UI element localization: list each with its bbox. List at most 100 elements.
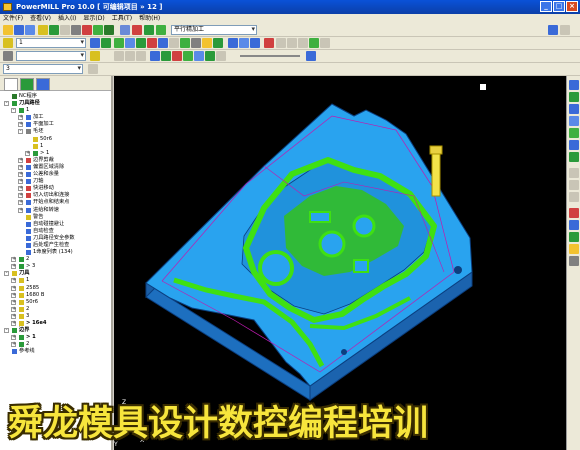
- tree-expander[interactable]: +: [11, 313, 16, 319]
- model-icon[interactable]: [202, 38, 212, 48]
- tree-item[interactable]: + > 1: [0, 150, 111, 157]
- sim-light-icon[interactable]: [306, 51, 316, 61]
- menu-file[interactable]: 文件(F): [3, 14, 23, 24]
- tree-expander[interactable]: +: [11, 292, 16, 298]
- tree-item[interactable]: - 刀具路径: [0, 100, 111, 107]
- tool-icon[interactable]: [38, 25, 48, 35]
- tree-item[interactable]: +1680 B: [0, 292, 111, 299]
- block-icon[interactable]: [60, 25, 70, 35]
- tree-expander[interactable]: +: [18, 200, 23, 206]
- tool-edit-icon[interactable]: [90, 38, 100, 48]
- strategy-combo[interactable]: 平行精加工: [171, 25, 257, 35]
- sim-compare-icon[interactable]: [205, 51, 215, 61]
- sim-cut-icon[interactable]: [183, 51, 193, 61]
- zoom-fit-icon[interactable]: [569, 192, 579, 202]
- tree-item[interactable]: 警告: [0, 214, 111, 221]
- wireframe-icon[interactable]: [125, 38, 135, 48]
- tree-expander[interactable]: +: [11, 335, 16, 341]
- tree-item[interactable]: 50r6: [0, 136, 111, 143]
- shading-icon[interactable]: [136, 38, 146, 48]
- simulate-icon[interactable]: [156, 25, 166, 35]
- tree-item[interactable]: +2: [0, 256, 111, 263]
- tree-expander[interactable]: +: [11, 264, 16, 270]
- options-icon[interactable]: [560, 25, 570, 35]
- tree-item[interactable]: 参考线: [0, 348, 111, 355]
- tree-expander[interactable]: +: [18, 193, 23, 199]
- tree-expander[interactable]: +: [25, 150, 30, 156]
- sim-stock-icon[interactable]: [172, 51, 182, 61]
- tree-item[interactable]: +1: [0, 277, 111, 284]
- layer-icon[interactable]: [88, 64, 98, 74]
- view-y-icon[interactable]: [569, 140, 579, 150]
- open-folder-icon[interactable]: [3, 25, 13, 35]
- simulation-combo[interactable]: [16, 51, 86, 61]
- tool-combo[interactable]: 1: [16, 38, 86, 48]
- tree-item[interactable]: + 公差和余量: [0, 171, 111, 178]
- sim-end-icon[interactable]: [136, 51, 146, 61]
- model-view[interactable]: Z X Y: [114, 76, 566, 450]
- maximize-button[interactable]: □: [553, 1, 565, 12]
- minimize-button[interactable]: _: [540, 1, 552, 12]
- stop-icon[interactable]: [264, 38, 274, 48]
- sim-play-icon[interactable]: [125, 51, 135, 61]
- draft-shade-icon[interactable]: [569, 244, 579, 254]
- menu-insert[interactable]: 插入(I): [58, 14, 76, 24]
- plain-shade-icon[interactable]: [569, 232, 579, 242]
- pan-icon[interactable]: [320, 38, 330, 48]
- zoom-out-icon[interactable]: [569, 180, 579, 190]
- tab-explorer[interactable]: [4, 78, 18, 91]
- tree-expander[interactable]: +: [11, 342, 16, 348]
- shaded-view-icon[interactable]: [114, 38, 124, 48]
- tree-item[interactable]: - 刀具: [0, 270, 111, 277]
- tree-item[interactable]: 自动检查: [0, 228, 111, 235]
- tree-expander[interactable]: +: [18, 186, 23, 192]
- tree-expander[interactable]: -: [4, 271, 9, 277]
- tree-item[interactable]: + > 16e4: [0, 320, 111, 327]
- tree-item[interactable]: - 毛坯: [0, 128, 111, 135]
- tree-expander[interactable]: -: [11, 108, 16, 114]
- tree-item[interactable]: +3: [0, 313, 111, 320]
- verify-icon[interactable]: [132, 25, 142, 35]
- tree-expander[interactable]: +: [11, 278, 16, 284]
- tree-expander[interactable]: +: [18, 179, 23, 185]
- view-iso4-icon[interactable]: [569, 116, 579, 126]
- sim-view-icon[interactable]: [194, 51, 204, 61]
- tree-item[interactable]: + > 1: [0, 334, 111, 341]
- tree-expander[interactable]: -: [4, 328, 9, 334]
- toolpath-strategy-icon[interactable]: [120, 25, 130, 35]
- start-end-icon[interactable]: [93, 25, 103, 35]
- zoom-icon[interactable]: [276, 38, 286, 48]
- feeds-speeds-icon[interactable]: [104, 25, 114, 35]
- tool-holder-icon[interactable]: [101, 38, 111, 48]
- tree-expander[interactable]: +: [18, 207, 23, 213]
- tree-expander[interactable]: -: [18, 129, 23, 135]
- tree-item[interactable]: +50r6: [0, 299, 111, 306]
- draw-toolpath-icon[interactable]: [147, 38, 157, 48]
- menu-view[interactable]: 查看(V): [30, 14, 51, 24]
- view-iso-icon[interactable]: [250, 38, 260, 48]
- sim-shade-icon[interactable]: [150, 51, 160, 61]
- rapid-move-icon[interactable]: [71, 25, 81, 35]
- tree-expander[interactable]: +: [18, 172, 23, 178]
- stock-icon[interactable]: [180, 38, 190, 48]
- save-icon[interactable]: [14, 25, 24, 35]
- sim-exit-icon[interactable]: [216, 51, 226, 61]
- view-x-icon[interactable]: [569, 128, 579, 138]
- tree-item[interactable]: + 开始点和结束点: [0, 199, 111, 206]
- tree-item[interactable]: + 平面加工: [0, 121, 111, 128]
- help-icon[interactable]: [548, 25, 558, 35]
- tree-item[interactable]: + > 3: [0, 263, 111, 270]
- menu-display[interactable]: 显示(D): [83, 14, 104, 24]
- view-iso1-icon[interactable]: [569, 80, 579, 90]
- tree-expander[interactable]: +: [18, 157, 23, 163]
- zoom-all-icon[interactable]: [287, 38, 297, 48]
- tab-view[interactable]: [20, 78, 34, 91]
- close-button[interactable]: ×: [566, 1, 578, 12]
- leads-links-icon[interactable]: [82, 25, 92, 35]
- workplane-icon[interactable]: [191, 38, 201, 48]
- tree-item[interactable]: 刀具路径安全参数: [0, 235, 111, 242]
- tree-item[interactable]: + 加工: [0, 114, 111, 121]
- tree-item[interactable]: + 偏置区域清除: [0, 164, 111, 171]
- boundary-icon[interactable]: [49, 25, 59, 35]
- tree-expander[interactable]: +: [18, 115, 23, 121]
